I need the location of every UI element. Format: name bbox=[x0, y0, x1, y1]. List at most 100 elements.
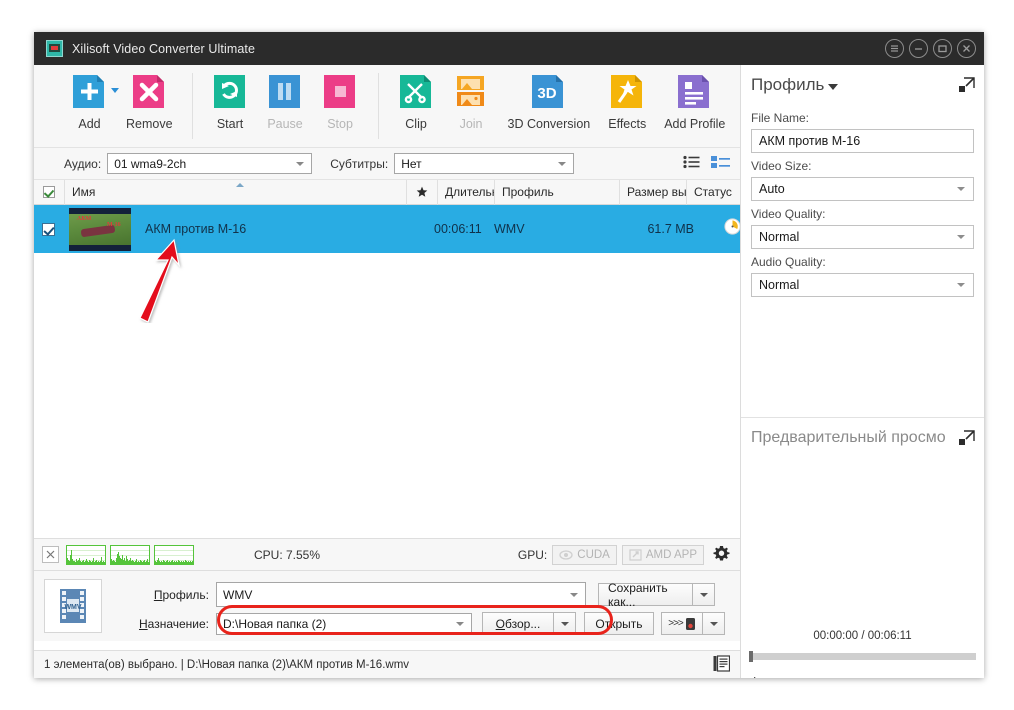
device-icon bbox=[685, 617, 695, 630]
cpu-graph bbox=[154, 544, 194, 565]
toolbar-label: Add Profile bbox=[664, 117, 726, 131]
chevron-down-icon bbox=[570, 592, 578, 597]
star-icon bbox=[416, 186, 428, 197]
column-header-star[interactable] bbox=[407, 179, 438, 205]
video-size-label: Video Size: bbox=[751, 159, 812, 173]
toolbar-label: Pause bbox=[267, 117, 303, 131]
status-bar: 1 элемента(ов) выбрано. | D:\Новая папка… bbox=[34, 650, 740, 678]
sort-ascending-icon bbox=[235, 182, 244, 187]
column-label: Размер вых bbox=[627, 185, 686, 199]
table-row[interactable]: АКМ М-16 АКМ против М-16 00:06:11 WMV 61… bbox=[34, 205, 740, 253]
maximize-icon[interactable] bbox=[933, 39, 952, 58]
destination-value: D:\Новая папка (2) bbox=[223, 616, 327, 631]
video-thumbnail: АКМ М-16 bbox=[69, 207, 131, 251]
column-header-name[interactable]: Имя bbox=[65, 179, 407, 205]
toolbar-button-pause[interactable]: Pause bbox=[258, 73, 313, 131]
log-icon[interactable] bbox=[713, 654, 731, 675]
chevron-down-icon[interactable] bbox=[828, 84, 839, 90]
toolbar-button-join[interactable]: Join bbox=[444, 73, 499, 131]
toolbar-button-effects[interactable]: Effects bbox=[599, 73, 655, 131]
row-checkbox[interactable] bbox=[42, 222, 55, 236]
preview-seek-bar[interactable] bbox=[749, 651, 976, 662]
row-profile: WMV bbox=[494, 222, 525, 236]
toolbar-divider bbox=[191, 73, 193, 139]
profile-select[interactable]: WMV bbox=[216, 582, 586, 607]
cpu-graph bbox=[66, 544, 106, 565]
amd-app-toggle[interactable]: AMD APP bbox=[621, 544, 704, 565]
gpu-label: GPU: bbox=[517, 547, 548, 562]
audio-track-select[interactable]: 01 wma9-2ch bbox=[107, 153, 313, 174]
menu-icon[interactable] bbox=[885, 39, 904, 58]
column-header-duration[interactable]: Длительн bbox=[438, 179, 495, 205]
column-label: Длительн bbox=[445, 185, 494, 199]
nvidia-icon bbox=[559, 549, 573, 560]
toolbar-button-remove[interactable]: Remove bbox=[117, 73, 182, 131]
column-header-status[interactable]: Статус bbox=[687, 180, 740, 205]
open-button[interactable]: Открыть bbox=[584, 612, 654, 635]
file-list[interactable]: АКМ М-16 АКМ против М-16 00:06:11 WMV 61… bbox=[34, 205, 740, 503]
camera-icon[interactable] bbox=[939, 678, 960, 679]
toolbar-button-start[interactable]: Start bbox=[203, 73, 258, 131]
toolbar-button-clip[interactable]: Clip bbox=[389, 73, 444, 131]
file-name-label: File Name: bbox=[751, 111, 810, 125]
gear-icon[interactable] bbox=[713, 545, 730, 565]
cuda-label: CUDA bbox=[577, 548, 610, 561]
start-icon bbox=[212, 73, 249, 110]
window-controls bbox=[885, 32, 976, 65]
magic-wand-icon bbox=[609, 73, 646, 110]
subtitles-select[interactable]: Нет bbox=[394, 153, 575, 174]
subtitles-value: Нет bbox=[401, 156, 422, 171]
open-label: Открыть bbox=[595, 616, 643, 631]
toolbar-label: Stop bbox=[327, 117, 353, 131]
chevron-down-icon bbox=[709, 621, 718, 626]
toolbar-button-add[interactable]: Add bbox=[62, 73, 119, 131]
toolbar-button-stop[interactable]: Stop bbox=[313, 73, 368, 131]
cpu-graph bbox=[110, 544, 150, 565]
seek-handle[interactable] bbox=[749, 651, 753, 662]
video-quality-value: Normal bbox=[759, 230, 800, 244]
column-header-size[interactable]: Размер вых bbox=[620, 179, 687, 205]
expand-icon[interactable] bbox=[958, 430, 975, 452]
file-name-input[interactable]: АКМ против М-16 bbox=[751, 129, 974, 153]
volume-icon[interactable] bbox=[819, 678, 837, 679]
view-mode-toggles bbox=[683, 155, 730, 174]
column-header-profile[interactable]: Профиль bbox=[495, 179, 620, 205]
add-file-icon bbox=[71, 73, 119, 110]
transfer-device-button[interactable]: >>> bbox=[661, 612, 703, 635]
chevron-down-icon bbox=[699, 592, 708, 597]
browse-label: Обзор... bbox=[495, 616, 541, 631]
transfer-dropdown[interactable] bbox=[703, 612, 725, 635]
save-as-dropdown[interactable] bbox=[693, 583, 715, 606]
toolbar-button-add-profile[interactable]: Add Profile bbox=[655, 73, 734, 131]
play-icon[interactable] bbox=[753, 676, 772, 678]
close-graphs-icon[interactable] bbox=[42, 546, 59, 563]
snapshot-clip-icon[interactable] bbox=[912, 678, 932, 679]
preview-video-area[interactable] bbox=[741, 455, 984, 607]
cpu-usage-label: CPU: 7.55% bbox=[254, 547, 321, 562]
browse-button[interactable]: Обзор... bbox=[482, 612, 554, 635]
application-window: Xilisoft Video Converter Ultimate Add Re… bbox=[34, 32, 984, 678]
profile-value: WMV bbox=[223, 587, 253, 602]
cuda-toggle[interactable]: CUDA bbox=[552, 544, 617, 565]
minimize-icon[interactable] bbox=[909, 39, 928, 58]
close-icon[interactable] bbox=[957, 39, 976, 58]
destination-row: Назначение: D:\Новая папка (2) Обзор... … bbox=[112, 612, 725, 635]
detail-view-icon[interactable] bbox=[711, 155, 730, 174]
select-all-checkbox[interactable] bbox=[34, 179, 65, 205]
video-quality-select[interactable]: Normal bbox=[751, 225, 974, 249]
checkbox-icon bbox=[43, 186, 55, 198]
expand-icon[interactable] bbox=[958, 77, 975, 99]
chevron-down-icon bbox=[111, 88, 119, 93]
status-text: 1 элемента(ов) выбрано. | D:\Новая папка… bbox=[44, 658, 410, 671]
video-size-select[interactable]: Auto bbox=[751, 177, 974, 201]
toolbar-button-3d-conversion[interactable]: 3D 3D Conversion bbox=[499, 73, 600, 131]
save-as-button[interactable]: Сохранить как... bbox=[598, 580, 693, 609]
remove-file-icon bbox=[131, 73, 168, 110]
audio-quality-select[interactable]: Normal bbox=[751, 273, 974, 297]
destination-select[interactable]: D:\Новая папка (2) bbox=[216, 612, 472, 635]
profile-row: Профиль: WMV Сохранить как... bbox=[112, 580, 715, 609]
browse-dropdown[interactable] bbox=[554, 612, 576, 635]
chevron-down-icon bbox=[560, 621, 569, 626]
save-as-label: Сохранить как... bbox=[608, 580, 668, 609]
list-view-icon[interactable] bbox=[683, 155, 700, 174]
